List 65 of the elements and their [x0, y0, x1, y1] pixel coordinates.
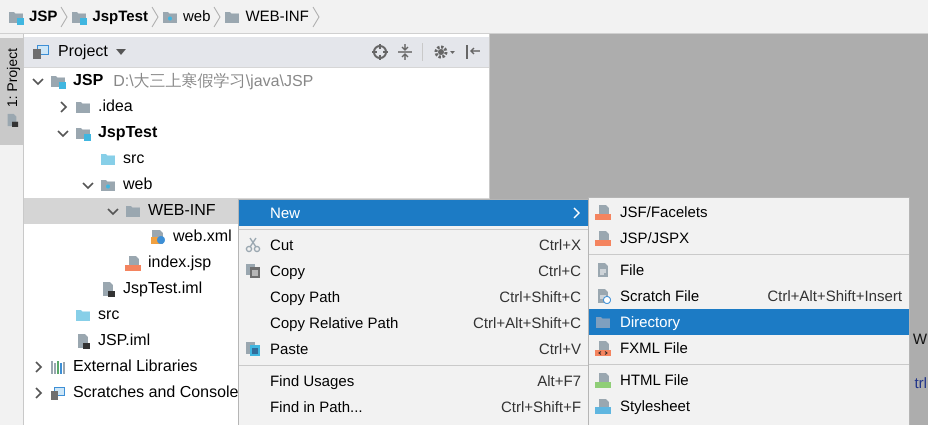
copy-icon — [245, 263, 261, 279]
menu-item[interactable]: FXML File — [589, 335, 909, 361]
menu-item[interactable]: Find in Path... Ctrl+Shift+F — [239, 394, 588, 420]
file-icon — [75, 333, 91, 349]
tree-item[interactable]: Scratches and Console — [73, 384, 238, 402]
crosshair-icon[interactable] — [372, 44, 388, 60]
tree-item[interactable]: index.jsp — [148, 254, 212, 272]
file-icon — [100, 281, 116, 297]
hide-panel-icon[interactable] — [465, 44, 481, 60]
tree-item[interactable]: .idea — [98, 98, 133, 116]
scissors-icon — [245, 237, 261, 253]
menu-item[interactable]: JSF/Facelets — [589, 199, 909, 225]
tree-item[interactable]: web.xml — [173, 228, 232, 246]
menu-item[interactable]: Stylesheet — [589, 393, 909, 419]
menu-item[interactable]: File — [589, 257, 909, 283]
file-icon — [125, 255, 141, 271]
tree-item[interactable]: JSP — [73, 72, 104, 90]
settings-icon[interactable] — [433, 44, 455, 60]
module-path: D:\大三上寒假学习\java\JSP — [113, 72, 314, 92]
paste-icon — [245, 341, 261, 357]
chevron-icon — [60, 4, 68, 28]
file-icon — [595, 204, 611, 220]
tree-item[interactable]: External Libraries — [73, 358, 198, 376]
collapse-all-icon[interactable] — [398, 44, 412, 60]
tree-item[interactable]: JspTest.iml — [123, 280, 202, 298]
library-icon — [50, 359, 66, 375]
file-icon — [595, 262, 611, 278]
menu-item[interactable]: Find Usages Alt+F7 — [239, 368, 588, 394]
menu-item[interactable]: JSP/JSPX — [589, 225, 909, 251]
tree-item[interactable]: JSP.iml — [98, 332, 150, 350]
file-icon — [595, 230, 611, 246]
tree-item[interactable]: src — [98, 306, 120, 324]
tree-item[interactable]: src — [123, 150, 144, 168]
editor-text: trl — [914, 375, 928, 394]
chevron-icon — [312, 4, 320, 28]
console-icon — [50, 385, 66, 401]
menu-item[interactable]: Copy Ctrl+C — [239, 258, 588, 284]
file-icon — [595, 398, 611, 414]
tree-item[interactable]: web — [123, 176, 152, 194]
file-icon — [595, 372, 611, 388]
breadcrumb-item[interactable]: JSP — [29, 8, 58, 25]
chevron-icon — [150, 4, 159, 28]
panel-icon — [32, 44, 50, 60]
chevron-icon — [213, 4, 222, 28]
menu-item[interactable]: Cut Ctrl+X — [239, 232, 588, 258]
module-folder-icon — [50, 73, 66, 89]
xml-file-icon — [150, 229, 166, 245]
menu-item[interactable]: Scratch File Ctrl+Alt+Shift+Insert — [589, 283, 909, 309]
menu-item[interactable]: Directory — [589, 309, 909, 335]
tool-window-tab[interactable]: 1: Project — [0, 38, 23, 145]
breadcrumb-item[interactable]: WEB-INF — [245, 8, 309, 25]
editor-text: W — [912, 331, 928, 350]
menu-item[interactable]: New — [239, 200, 588, 226]
tree-item[interactable]: JspTest — [98, 124, 158, 142]
project-view-dropdown[interactable]: Project — [32, 43, 126, 61]
menu-item[interactable]: Paste Ctrl+V — [239, 336, 588, 362]
module-folder-icon — [75, 125, 91, 141]
menu-item[interactable]: HTML File — [589, 367, 909, 393]
menu-item[interactable]: Copy Relative Path Ctrl+Alt+Shift+C — [239, 310, 588, 336]
scratch-file-icon — [595, 288, 611, 304]
breadcrumb-item[interactable]: JspTest — [92, 8, 148, 25]
file-icon — [595, 340, 611, 356]
caret-icon — [116, 49, 126, 55]
menu-item[interactable]: Copy Path Ctrl+Shift+C — [239, 284, 588, 310]
breadcrumb-item[interactable]: web — [182, 8, 210, 25]
